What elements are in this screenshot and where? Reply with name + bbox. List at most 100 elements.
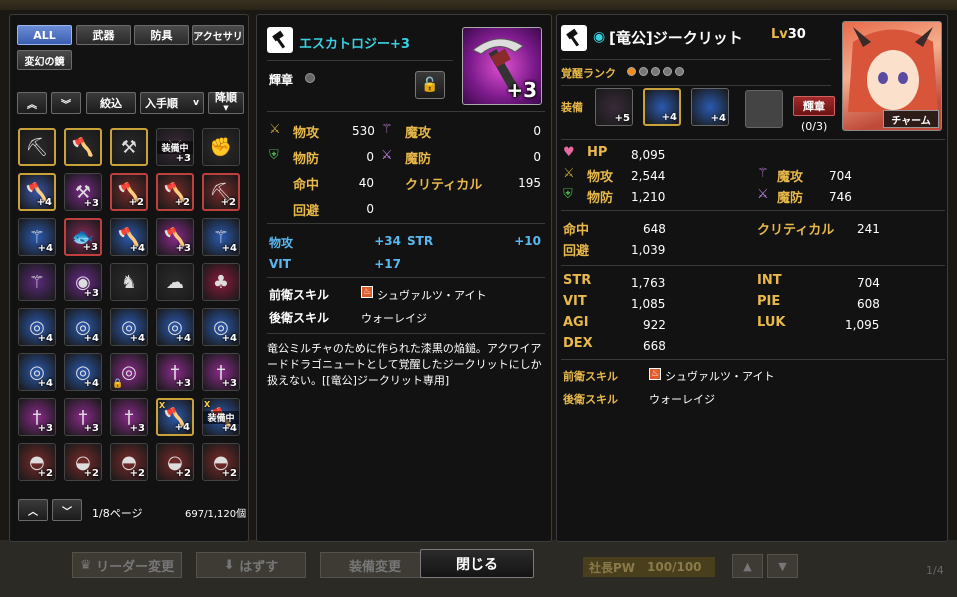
char-luk-label: LUK	[757, 315, 786, 330]
equip-change-button[interactable]: 装備変更	[320, 552, 430, 578]
inventory-item[interactable]: ◎ +4	[202, 308, 240, 346]
inventory-item[interactable]: 🪓 +2	[110, 173, 148, 211]
inventory-item[interactable]: 🪓 +2	[156, 173, 194, 211]
inventory-item[interactable]: † +3	[110, 398, 148, 436]
inventory-item[interactable]: 🪓 +4	[110, 218, 148, 256]
inventory-item[interactable]: ◎ +4	[156, 308, 194, 346]
char-luk-value: 1,095	[845, 318, 880, 332]
emblem-button[interactable]: 輝章	[793, 96, 835, 116]
tab-all[interactable]: ALL	[17, 25, 72, 45]
tab-accessory[interactable]: アクセサリ	[192, 25, 244, 45]
page-up-button[interactable]: ︿	[18, 499, 48, 521]
filter-button[interactable]: 絞込	[86, 92, 136, 114]
inventory-item[interactable]: ◓ +2	[18, 443, 56, 481]
inventory-item[interactable]: ◎ +4	[64, 308, 102, 346]
item-plus: +3	[83, 423, 99, 434]
empty-equip-slot[interactable]	[745, 90, 783, 128]
char-vit-value: 1,085	[631, 297, 666, 311]
fire-skill-icon: ♨	[361, 286, 373, 298]
inventory-item[interactable]: ◎ +4	[18, 353, 56, 391]
leader-change-button[interactable]: ♛ リーダー変更	[72, 552, 182, 578]
item-plus: +2	[37, 468, 53, 479]
item-plus: +3	[129, 423, 145, 434]
equip-slots: +5 +4 +4	[595, 88, 729, 126]
inventory-item[interactable]: ⚚ +4	[18, 218, 56, 256]
bg-page-number: 1/4	[926, 564, 944, 577]
inventory-item[interactable]: ⚒	[110, 128, 148, 166]
sword-icon: ⚔	[269, 122, 281, 137]
shield-icon: ⛨	[563, 187, 573, 202]
inventory-item[interactable]: 🪓 X +4	[156, 398, 194, 436]
inventory-item[interactable]: ⛏	[18, 128, 56, 166]
item-plus: +4	[83, 378, 99, 389]
bonus-vit-label: VIT	[269, 257, 291, 271]
inventory-item[interactable]: ◒ +2	[156, 443, 194, 481]
equip-slot-3[interactable]: +4	[691, 88, 729, 126]
inventory-item[interactable]: ◓ +2	[110, 443, 148, 481]
char-int-label: INT	[757, 273, 782, 288]
inventory-item[interactable]: † +3	[18, 398, 56, 436]
inventory-item[interactable]: ✊	[202, 128, 240, 166]
inventory-item[interactable]: ☁	[156, 263, 194, 301]
character-portrait: チャーム	[842, 21, 942, 131]
char-mdef-value: 746	[829, 190, 852, 204]
item-name: エスカトロジー+3	[299, 37, 410, 52]
char-int-value: 704	[857, 276, 880, 290]
inventory-item[interactable]: ◓ +2	[202, 443, 240, 481]
inventory-item[interactable]: ♞	[110, 263, 148, 301]
magic-shield-icon: ⚔	[757, 187, 769, 202]
inventory-item[interactable]: ⚒ +3	[64, 173, 102, 211]
inventory-item[interactable]: ♣	[202, 263, 240, 301]
lock-button[interactable]: 🔓	[415, 71, 445, 99]
char-str-label: STR	[563, 273, 592, 288]
ghost-icon: ☁	[166, 271, 184, 293]
bg-down-button[interactable]: ▼	[767, 554, 798, 578]
inventory-item[interactable]: 🪓 +4	[18, 173, 56, 211]
tab-mirror[interactable]: 変幻の鏡	[17, 50, 72, 70]
charm-button[interactable]: チャーム	[883, 110, 939, 128]
lock-icon: 🔒	[112, 379, 124, 389]
front-skill-label: 前衛スキル	[269, 288, 330, 302]
scroll-down-button[interactable]: ︾	[51, 92, 81, 114]
char-back-skill-name: ウォーレイジ	[649, 393, 715, 406]
inventory-item[interactable]: † +3	[202, 353, 240, 391]
tab-weapon[interactable]: 武器	[76, 25, 131, 45]
inventory-item[interactable]: 🪓X装備中+4	[202, 398, 240, 436]
inventory-item[interactable]: ◎ 🔒	[110, 353, 148, 391]
char-hit-label: 命中	[563, 223, 590, 238]
inventory-item[interactable]: ⚔装備中+3	[156, 128, 194, 166]
inventory-item[interactable]: ⚚ +4	[202, 218, 240, 256]
inventory-item[interactable]: ◉ +3	[64, 263, 102, 301]
inventory-item[interactable]: † +3	[64, 398, 102, 436]
equip-slot-1[interactable]: +5	[595, 88, 633, 126]
inventory-item[interactable]: 🪓	[64, 128, 102, 166]
inventory-item[interactable]: 🪓 +3	[156, 218, 194, 256]
close-button[interactable]: 閉じる	[420, 549, 534, 578]
hp-value: 8,095	[631, 148, 666, 162]
char-patk-label: 物攻	[587, 170, 614, 185]
sort-select[interactable]: 入手順 v	[140, 92, 204, 114]
crit-value: 195	[518, 176, 541, 190]
tab-armor[interactable]: 防具	[134, 25, 189, 45]
item-image: +3	[462, 27, 542, 105]
page-down-button[interactable]: ﹀	[52, 499, 82, 521]
char-dex-value: 668	[643, 339, 666, 353]
item-count: 697/1,120個	[185, 509, 247, 520]
inventory-item[interactable]: ◎ +4	[18, 308, 56, 346]
unequip-button[interactable]: ⬇ はずす	[196, 552, 306, 578]
inventory-item[interactable]: ◎ +4	[64, 353, 102, 391]
inventory-item[interactable]: † +3	[156, 353, 194, 391]
gauntlet-icon: ✊	[209, 136, 233, 158]
inventory-item[interactable]: ◎ +4	[110, 308, 148, 346]
pw-value: 100/100	[647, 560, 702, 574]
equip-slot-2[interactable]: +4	[643, 88, 681, 126]
inventory-item[interactable]: 🐟 +3	[64, 218, 102, 256]
bg-up-button[interactable]: ▲	[732, 554, 763, 578]
order-button[interactable]: 降順 ▼	[208, 92, 244, 114]
inventory-item[interactable]: ⚚	[18, 263, 56, 301]
inventory-item[interactable]: ⛏ +2	[202, 173, 240, 211]
inventory-item[interactable]: ◒ +2	[64, 443, 102, 481]
chevron-down-icon: ﹀	[62, 506, 72, 518]
unlock-icon: 🔓	[421, 77, 439, 93]
scroll-up-button[interactable]: ︽	[17, 92, 47, 114]
